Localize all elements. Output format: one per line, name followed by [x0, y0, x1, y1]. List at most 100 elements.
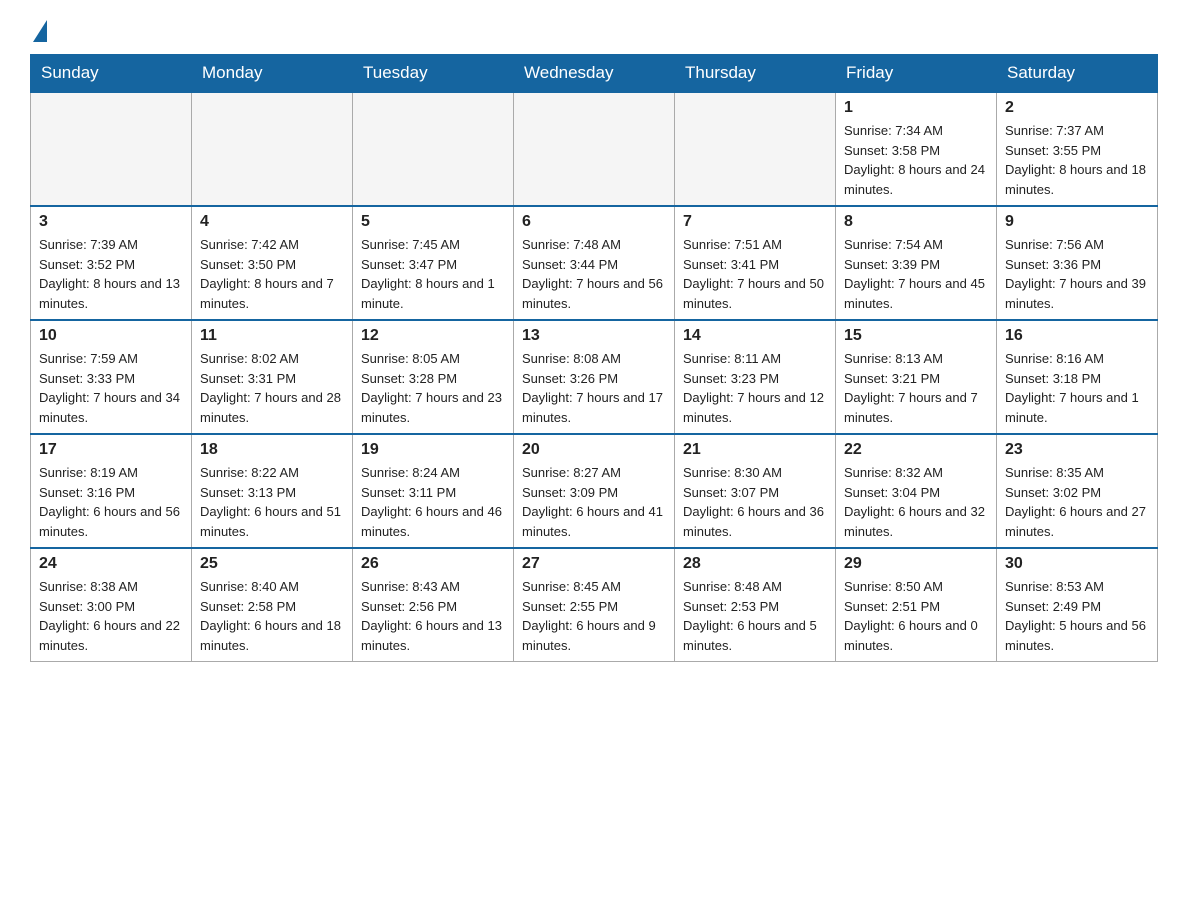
calendar-cell: 3Sunrise: 7:39 AM Sunset: 3:52 PM Daylig…: [31, 206, 192, 320]
day-number: 26: [361, 555, 505, 573]
day-header-monday: Monday: [192, 55, 353, 93]
day-number: 23: [1005, 441, 1149, 459]
day-info: Sunrise: 7:56 AM Sunset: 3:36 PM Dayligh…: [1005, 235, 1149, 313]
calendar-cell: 30 Sunrise: 8:53 AM Sunset: 2:49 PM Dayli…: [997, 548, 1158, 662]
day-number: 19: [361, 441, 505, 459]
day-info: Sunrise: 8:50 AM Sunset: 2:51 PM Dayligh…: [844, 577, 988, 655]
day-info: Sunrise: 8:30 AM Sunset: 3:07 PM Dayligh…: [683, 463, 827, 541]
calendar-cell: 10 Sunrise: 7:59 AM Sunset: 3:33 PM Dayli…: [31, 320, 192, 434]
day-info: Sunrise: 8:24 AM Sunset: 3:11 PM Dayligh…: [361, 463, 505, 541]
calendar-cell: 16Sunrise: 8:16 AM Sunset: 3:18 PM Dayli…: [997, 320, 1158, 434]
logo-triangle-icon: [33, 20, 47, 42]
day-info: Sunrise: 7:48 AM Sunset: 3:44 PM Dayligh…: [522, 235, 666, 313]
day-number: 21: [683, 441, 827, 459]
calendar-cell: 12 Sunrise: 8:05 AM Sunset: 3:28 PM Dayli…: [353, 320, 514, 434]
day-info: Sunrise: 7:34 AM Sunset: 3:58 PM Dayligh…: [844, 121, 988, 199]
calendar-week-row: 10 Sunrise: 7:59 AM Sunset: 3:33 PM Dayli…: [31, 320, 1158, 434]
calendar-cell: 20 Sunrise: 8:27 AM Sunset: 3:09 PM Dayli…: [514, 434, 675, 548]
day-header-saturday: Saturday: [997, 55, 1158, 93]
day-info: Sunrise: 7:51 AM Sunset: 3:41 PM Dayligh…: [683, 235, 827, 313]
calendar-cell: 15 Sunrise: 8:13 AM Sunset: 3:21 PM Dayli…: [836, 320, 997, 434]
day-number: 2: [1005, 99, 1149, 117]
day-info: Sunrise: 8:11 AM Sunset: 3:23 PM Dayligh…: [683, 349, 827, 427]
calendar-cell: 13 Sunrise: 8:08 AM Sunset: 3:26 PM Dayli…: [514, 320, 675, 434]
calendar-cell: [192, 92, 353, 206]
day-number: 6: [522, 213, 666, 231]
day-info: Sunrise: 8:08 AM Sunset: 3:26 PM Dayligh…: [522, 349, 666, 427]
day-number: 14: [683, 327, 827, 345]
calendar-cell: 11 Sunrise: 8:02 AM Sunset: 3:31 PM Dayli…: [192, 320, 353, 434]
calendar-header-row: SundayMondayTuesdayWednesdayThursdayFrid…: [31, 55, 1158, 93]
day-info: Sunrise: 7:54 AM Sunset: 3:39 PM Dayligh…: [844, 235, 988, 313]
day-info: Sunrise: 7:37 AM Sunset: 3:55 PM Dayligh…: [1005, 121, 1149, 199]
calendar-week-row: 3Sunrise: 7:39 AM Sunset: 3:52 PM Daylig…: [31, 206, 1158, 320]
calendar-week-row: 24 Sunrise: 8:38 AM Sunset: 3:00 PM Dayli…: [31, 548, 1158, 662]
calendar-cell: 5Sunrise: 7:45 AM Sunset: 3:47 PM Daylig…: [353, 206, 514, 320]
day-info: Sunrise: 8:38 AM Sunset: 3:00 PM Dayligh…: [39, 577, 183, 655]
day-number: 10: [39, 327, 183, 345]
day-header-thursday: Thursday: [675, 55, 836, 93]
calendar-cell: 4 Sunrise: 7:42 AM Sunset: 3:50 PM Daylig…: [192, 206, 353, 320]
day-info: Sunrise: 8:32 AM Sunset: 3:04 PM Dayligh…: [844, 463, 988, 541]
calendar-cell: 14 Sunrise: 8:11 AM Sunset: 3:23 PM Dayli…: [675, 320, 836, 434]
day-number: 24: [39, 555, 183, 573]
day-number: 3: [39, 213, 183, 231]
day-number: 4: [200, 213, 344, 231]
day-number: 8: [844, 213, 988, 231]
calendar-cell: 1 Sunrise: 7:34 AM Sunset: 3:58 PM Daylig…: [836, 92, 997, 206]
calendar-cell: 26 Sunrise: 8:43 AM Sunset: 2:56 PM Dayli…: [353, 548, 514, 662]
day-number: 13: [522, 327, 666, 345]
day-info: Sunrise: 8:22 AM Sunset: 3:13 PM Dayligh…: [200, 463, 344, 541]
day-number: 15: [844, 327, 988, 345]
day-header-friday: Friday: [836, 55, 997, 93]
day-number: 12: [361, 327, 505, 345]
day-info: Sunrise: 8:48 AM Sunset: 2:53 PM Dayligh…: [683, 577, 827, 655]
calendar-cell: 7 Sunrise: 7:51 AM Sunset: 3:41 PM Daylig…: [675, 206, 836, 320]
calendar-cell: [353, 92, 514, 206]
day-number: 11: [200, 327, 344, 345]
calendar-cell: [514, 92, 675, 206]
calendar-cell: 2 Sunrise: 7:37 AM Sunset: 3:55 PM Daylig…: [997, 92, 1158, 206]
day-number: 28: [683, 555, 827, 573]
calendar-cell: 29 Sunrise: 8:50 AM Sunset: 2:51 PM Dayli…: [836, 548, 997, 662]
day-number: 30: [1005, 555, 1149, 573]
calendar-table: SundayMondayTuesdayWednesdayThursdayFrid…: [30, 54, 1158, 662]
day-number: 22: [844, 441, 988, 459]
day-header-sunday: Sunday: [31, 55, 192, 93]
day-number: 29: [844, 555, 988, 573]
calendar-cell: 8 Sunrise: 7:54 AM Sunset: 3:39 PM Daylig…: [836, 206, 997, 320]
day-header-wednesday: Wednesday: [514, 55, 675, 93]
page-header: [30, 20, 1158, 38]
day-info: Sunrise: 8:53 AM Sunset: 2:49 PM Dayligh…: [1005, 577, 1149, 655]
day-info: Sunrise: 8:13 AM Sunset: 3:21 PM Dayligh…: [844, 349, 988, 427]
day-number: 25: [200, 555, 344, 573]
calendar-cell: 22 Sunrise: 8:32 AM Sunset: 3:04 PM Dayli…: [836, 434, 997, 548]
calendar-cell: 28 Sunrise: 8:48 AM Sunset: 2:53 PM Dayli…: [675, 548, 836, 662]
calendar-cell: 18 Sunrise: 8:22 AM Sunset: 3:13 PM Dayli…: [192, 434, 353, 548]
calendar-cell: 19 Sunrise: 8:24 AM Sunset: 3:11 PM Dayli…: [353, 434, 514, 548]
day-number: 16: [1005, 327, 1149, 345]
day-info: Sunrise: 8:43 AM Sunset: 2:56 PM Dayligh…: [361, 577, 505, 655]
day-number: 7: [683, 213, 827, 231]
day-number: 20: [522, 441, 666, 459]
day-info: Sunrise: 7:42 AM Sunset: 3:50 PM Dayligh…: [200, 235, 344, 313]
calendar-week-row: 1 Sunrise: 7:34 AM Sunset: 3:58 PM Daylig…: [31, 92, 1158, 206]
day-info: Sunrise: 8:35 AM Sunset: 3:02 PM Dayligh…: [1005, 463, 1149, 541]
day-info: Sunrise: 8:19 AM Sunset: 3:16 PM Dayligh…: [39, 463, 183, 541]
day-number: 18: [200, 441, 344, 459]
day-info: Sunrise: 8:27 AM Sunset: 3:09 PM Dayligh…: [522, 463, 666, 541]
day-info: Sunrise: 7:45 AM Sunset: 3:47 PM Dayligh…: [361, 235, 505, 313]
calendar-cell: [31, 92, 192, 206]
day-info: Sunrise: 8:05 AM Sunset: 3:28 PM Dayligh…: [361, 349, 505, 427]
logo: [30, 20, 47, 38]
calendar-cell: 24 Sunrise: 8:38 AM Sunset: 3:00 PM Dayli…: [31, 548, 192, 662]
day-number: 1: [844, 99, 988, 117]
day-number: 27: [522, 555, 666, 573]
day-number: 9: [1005, 213, 1149, 231]
day-info: Sunrise: 8:40 AM Sunset: 2:58 PM Dayligh…: [200, 577, 344, 655]
day-header-tuesday: Tuesday: [353, 55, 514, 93]
calendar-cell: 23 Sunrise: 8:35 AM Sunset: 3:02 PM Dayli…: [997, 434, 1158, 548]
day-info: Sunrise: 7:59 AM Sunset: 3:33 PM Dayligh…: [39, 349, 183, 427]
calendar-cell: 6 Sunrise: 7:48 AM Sunset: 3:44 PM Daylig…: [514, 206, 675, 320]
day-info: Sunrise: 8:02 AM Sunset: 3:31 PM Dayligh…: [200, 349, 344, 427]
